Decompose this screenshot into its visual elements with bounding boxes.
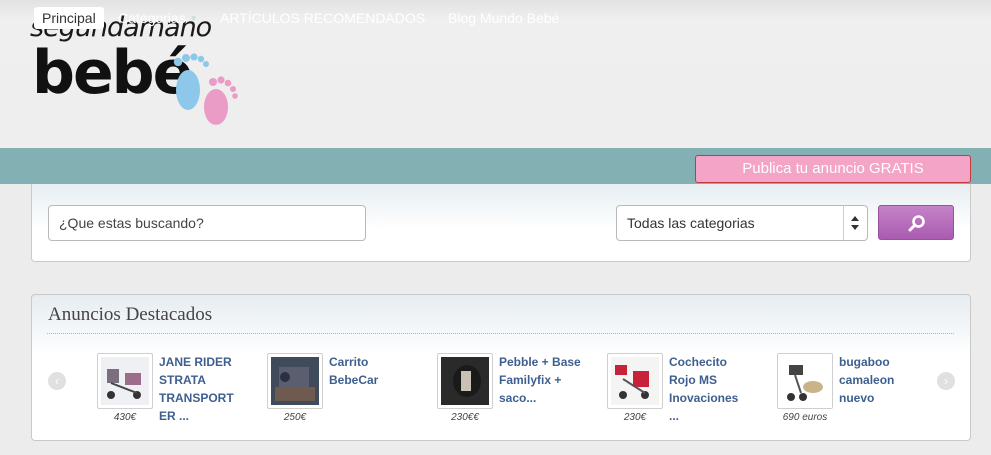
site-logo[interactable]: segundamano bebé — [30, 12, 240, 127]
featured-ad[interactable]: 250€ Carrito BebeCar — [267, 353, 427, 433]
divider — [47, 333, 954, 334]
stroller-photo-icon — [611, 357, 659, 405]
ad-thumbnail[interactable] — [97, 353, 153, 409]
ad-price: 230€ — [623, 412, 647, 423]
stroller-photo-icon — [271, 357, 319, 405]
category-select[interactable]: Todas las categorias — [616, 205, 868, 241]
search-input[interactable] — [48, 205, 366, 241]
baby-feet-icon — [173, 53, 238, 125]
car-seat-photo-icon — [441, 357, 489, 405]
ad-thumbnail[interactable] — [777, 353, 833, 409]
nav-item-label: Blog Mundo Bebé — [448, 10, 560, 26]
nav-item-label: Principal — [42, 10, 96, 26]
select-arrows-icon — [843, 206, 867, 240]
ad-thumbnail[interactable] — [607, 353, 663, 409]
ad-title-link[interactable]: JANE RIDER STRATA TRANSPORT ER ... — [159, 353, 241, 425]
nav-item-label: Categorias — [118, 10, 186, 26]
prev-arrow-icon[interactable]: ‹ — [48, 372, 66, 390]
ad-price: 690 euros — [782, 412, 828, 423]
chevron-down-icon: ▼ — [189, 14, 198, 24]
ad-price: 250€ — [283, 412, 307, 423]
ad-price: 430€ — [113, 412, 137, 423]
nav-item-principal[interactable]: Principal — [34, 7, 104, 29]
ad-thumbnail[interactable] — [437, 353, 493, 409]
ad-thumbnail[interactable] — [267, 353, 323, 409]
featured-ad[interactable]: 230€€ Pebble + Base Familyfix + saco... — [437, 353, 597, 433]
nav-item-label: ARTÍCULOS RECOMENDADOS — [220, 10, 426, 26]
ad-title-link[interactable]: Cochecito Rojo MS Inovaciones ... — [669, 353, 751, 425]
featured-ad[interactable]: 690 euros bugaboo camaleon nuevo — [777, 353, 937, 433]
publish-ad-button[interactable]: Publica tu anuncio GRATIS — [695, 155, 971, 183]
nav-item-articulos[interactable]: ARTÍCULOS RECOMENDADOS — [212, 7, 433, 29]
featured-ad[interactable]: 230€ Cochecito Rojo MS Inovaciones ... — [607, 353, 767, 433]
next-arrow-icon[interactable]: › — [937, 372, 955, 390]
ad-title-link[interactable]: Pebble + Base Familyfix + saco... — [499, 353, 581, 407]
ad-title-link[interactable]: bugaboo camaleon nuevo — [839, 353, 921, 407]
nav-item-categorias[interactable]: Categorias ▼ — [110, 7, 206, 29]
stroller-photo-icon — [781, 357, 829, 405]
ad-price: 230€€ — [451, 412, 479, 423]
search-icon — [908, 215, 925, 232]
category-select-value: Todas las categorias — [627, 215, 755, 231]
ad-title-link[interactable]: Carrito BebeCar — [329, 353, 411, 389]
featured-ad[interactable]: 430€ JANE RIDER STRATA TRANSPORT ER ... — [97, 353, 257, 433]
nav-item-blog[interactable]: Blog Mundo Bebé — [440, 7, 567, 29]
featured-title: Anuncios Destacados — [48, 304, 213, 325]
stroller-photo-icon — [101, 357, 149, 405]
search-button[interactable] — [878, 205, 954, 240]
